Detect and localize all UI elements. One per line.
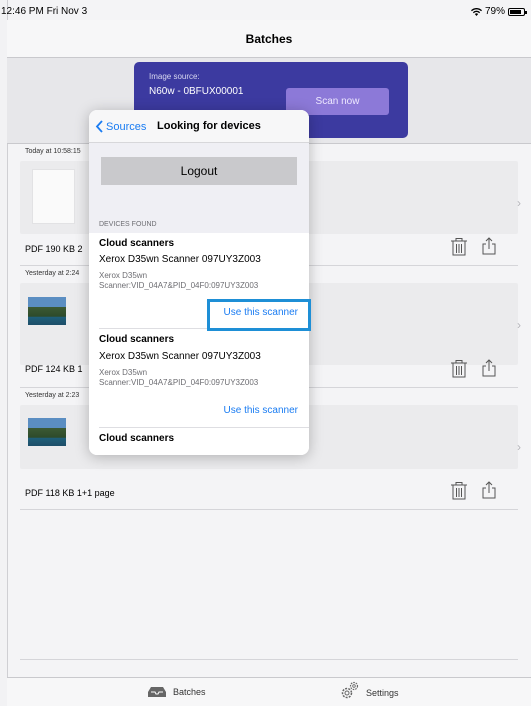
image-source-value[interactable]: N60w - 0BFUX00001 bbox=[149, 86, 244, 97]
tab-settings[interactable]: Settings bbox=[340, 681, 399, 699]
share-icon[interactable] bbox=[481, 481, 497, 499]
device-group: Cloud scanners bbox=[99, 334, 175, 345]
wifi-icon bbox=[470, 7, 482, 16]
device-divider bbox=[99, 427, 309, 428]
tab-bar: Batches Settings bbox=[7, 677, 531, 706]
trash-icon[interactable] bbox=[451, 482, 467, 500]
trash-icon[interactable] bbox=[451, 360, 467, 378]
batch-date: Yesterday at 2:24 bbox=[25, 270, 80, 277]
batch-date: Yesterday at 2:23 bbox=[25, 392, 80, 399]
batch-meta: PDF 190 KB 2 bbox=[25, 244, 83, 254]
device-name: Xerox D35wn Scanner 097UY3Z003 bbox=[99, 351, 261, 362]
chevron-right-icon[interactable]: › bbox=[517, 440, 521, 454]
device-group: Cloud scanners bbox=[99, 238, 175, 249]
trash-icon[interactable] bbox=[451, 238, 467, 256]
navigation-bar: Batches bbox=[7, 20, 531, 58]
popover-header: Sources Looking for devices bbox=[89, 110, 309, 143]
back-label: Sources bbox=[106, 120, 147, 133]
chevron-right-icon[interactable]: › bbox=[517, 318, 521, 332]
share-icon[interactable] bbox=[481, 359, 497, 377]
batch-meta: PDF 124 KB 1 bbox=[25, 364, 83, 374]
back-button[interactable]: Sources bbox=[95, 120, 146, 133]
image-source-label: Image source: bbox=[149, 72, 200, 81]
selection-highlight bbox=[207, 299, 311, 331]
chevron-left-icon bbox=[95, 120, 103, 133]
divider bbox=[20, 659, 518, 660]
divider bbox=[20, 509, 518, 510]
photo-thumbnail bbox=[28, 418, 66, 446]
popover-title: Looking for devices bbox=[157, 120, 261, 132]
status-bar: 12:46 PM Fri Nov 3 79% bbox=[0, 0, 531, 20]
photo-thumbnail bbox=[28, 297, 66, 325]
tray-icon bbox=[148, 687, 166, 697]
batch-date: Today at 10:58:15 bbox=[25, 148, 81, 155]
device-detail: Xerox D35wn Scanner:VID_04A7&PID_04F0:09… bbox=[99, 368, 259, 387]
devices-found-label: DEVICES FOUND bbox=[99, 221, 157, 228]
tab-batches-label: Batches bbox=[173, 687, 206, 697]
device-list: Cloud scanners Xerox D35wn Scanner 097UY… bbox=[89, 233, 309, 455]
device-group: Cloud scanners bbox=[99, 433, 175, 444]
battery-icon bbox=[508, 7, 527, 16]
battery-percent: 79% bbox=[484, 6, 505, 17]
share-icon[interactable] bbox=[481, 237, 497, 255]
status-right: 79% bbox=[470, 6, 527, 17]
tab-settings-label: Settings bbox=[366, 688, 399, 698]
batch-meta: PDF 118 KB 1+1 page bbox=[25, 488, 115, 498]
document-thumbnail bbox=[32, 169, 75, 224]
device-detail: Xerox D35wn Scanner:VID_04A7&PID_04F0:09… bbox=[99, 271, 259, 290]
tab-batches[interactable]: Batches bbox=[147, 686, 206, 698]
device-popover: Sources Looking for devices Logout DEVIC… bbox=[89, 110, 309, 455]
use-scanner-button[interactable]: Use this scanner bbox=[224, 405, 298, 416]
device-name: Xerox D35wn Scanner 097UY3Z003 bbox=[99, 254, 261, 265]
gear-icon bbox=[341, 681, 359, 699]
status-time: 12:46 PM Fri Nov 3 bbox=[1, 6, 88, 17]
chevron-right-icon[interactable]: › bbox=[517, 196, 521, 210]
logout-button[interactable]: Logout bbox=[101, 157, 297, 185]
page-title: Batches bbox=[245, 31, 293, 46]
